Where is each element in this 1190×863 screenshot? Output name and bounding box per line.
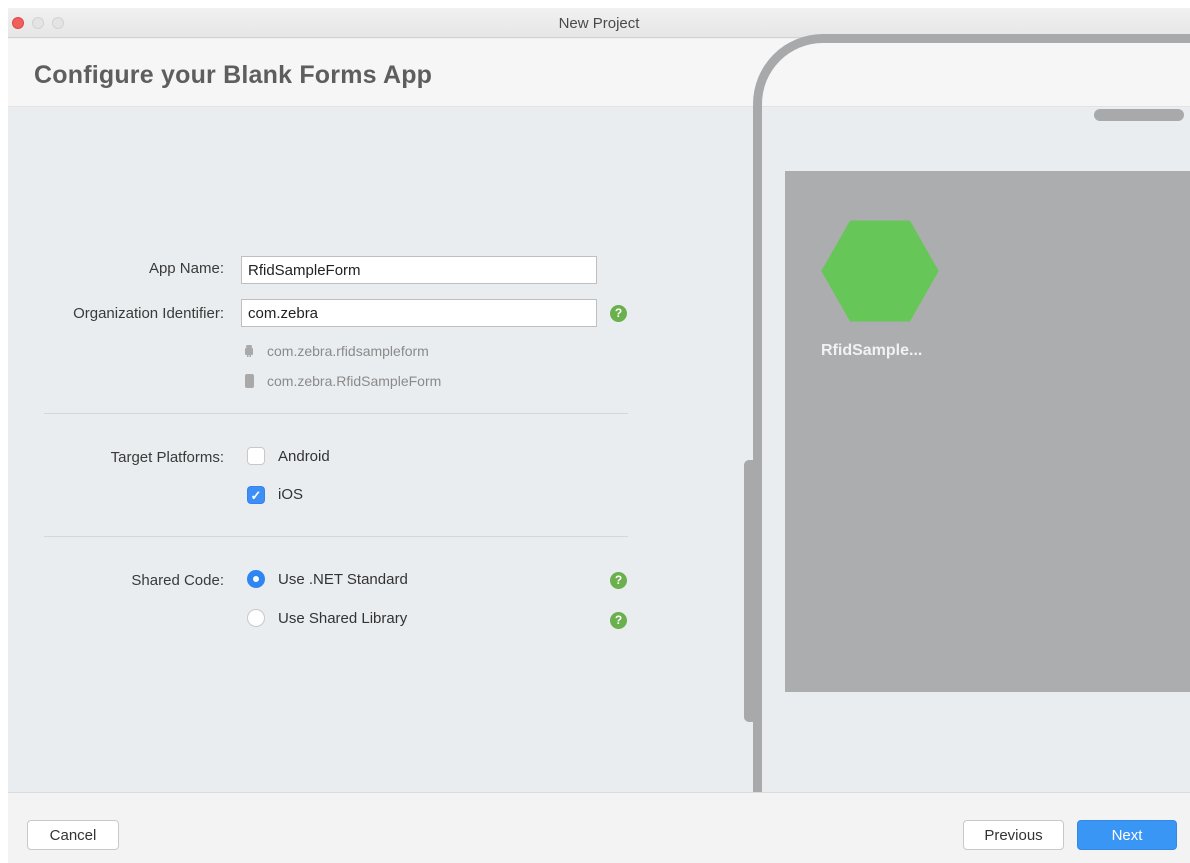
app-name-label: App Name: (148, 260, 224, 277)
ios-bundle-identifier: com.zebra.RfidSampleForm (267, 373, 442, 389)
ios-checkbox[interactable]: ✓ (247, 486, 265, 504)
android-icon (245, 345, 253, 357)
ios-device-icon (245, 374, 254, 388)
phone-speaker (1094, 109, 1184, 121)
app-preview-label: RfidSample... (821, 342, 923, 359)
shared-code-label: Shared Code: (131, 572, 224, 589)
divider (44, 536, 628, 537)
organization-identifier-help-icon[interactable]: ? (610, 305, 627, 322)
shared-library-help-icon[interactable]: ? (610, 612, 627, 629)
shared-library-radio[interactable] (247, 609, 265, 627)
net-standard-help-icon[interactable]: ? (610, 572, 627, 589)
organization-identifier-input[interactable] (241, 299, 597, 327)
ios-checkbox-label[interactable]: iOS (278, 486, 303, 503)
shared-library-radio-label[interactable]: Use Shared Library (278, 610, 407, 627)
page-title: Configure your Blank Forms App (34, 61, 433, 89)
android-package-name: com.zebra.rfidsampleform (267, 343, 429, 359)
window-title: New Project (558, 15, 640, 32)
next-button[interactable]: Next (1077, 820, 1177, 850)
android-checkbox-label[interactable]: Android (278, 448, 330, 465)
net-standard-radio[interactable] (247, 570, 265, 588)
footer-bar: Cancel Previous Next (8, 792, 1190, 863)
phone-side-button (744, 460, 754, 722)
app-icon-hexagon (821, 220, 939, 322)
net-standard-radio-label[interactable]: Use .NET Standard (278, 571, 408, 588)
divider (44, 413, 628, 414)
cancel-button[interactable]: Cancel (27, 820, 119, 850)
target-platforms-label: Target Platforms: (110, 449, 224, 466)
app-name-input[interactable] (241, 256, 597, 284)
android-checkbox[interactable] (247, 447, 265, 465)
organization-identifier-label: Organization Identifier: (73, 305, 224, 322)
new-project-window: New Project Configure your Blank Forms A… (8, 8, 1190, 863)
previous-button[interactable]: Previous (963, 820, 1064, 850)
